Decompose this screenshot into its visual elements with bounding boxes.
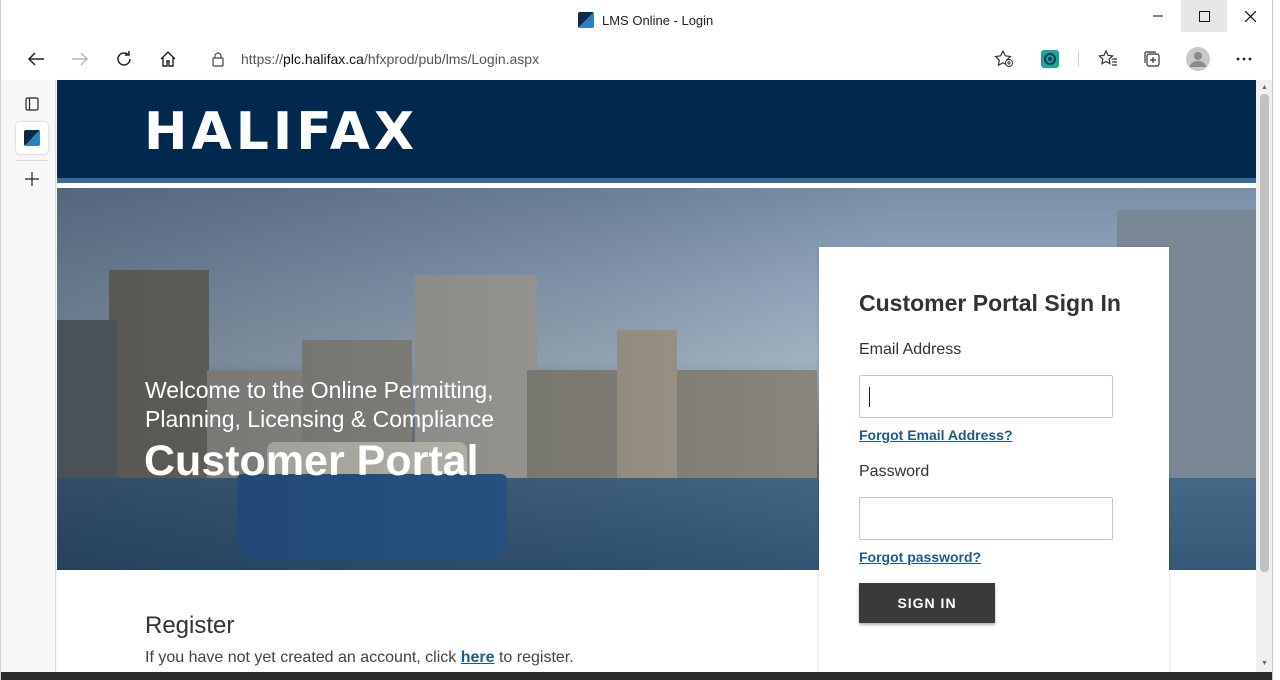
more-menu-button[interactable] xyxy=(1228,44,1260,74)
profile-button[interactable] xyxy=(1182,44,1214,74)
sign-in-heading: Customer Portal Sign In xyxy=(859,290,1121,316)
vertical-tabs-sidebar xyxy=(1,80,56,680)
forgot-password-link[interactable]: Forgot password? xyxy=(859,549,981,565)
scroll-down-icon[interactable]: ▼ xyxy=(1260,660,1269,668)
register-text: If you have not yet created an account, … xyxy=(145,649,574,667)
favorites-icon xyxy=(1098,50,1117,66)
title-bar: LMS Online - Login xyxy=(1,0,1272,38)
plus-icon xyxy=(25,172,39,186)
close-icon xyxy=(1244,10,1256,22)
maximize-icon xyxy=(1198,10,1210,22)
url-text: https://plc.halifax.ca/hfxprod/pub/lms/L… xyxy=(241,51,539,67)
site-favicon-icon xyxy=(578,12,594,28)
more-dots-icon xyxy=(1236,57,1252,61)
home-icon xyxy=(160,51,176,67)
tab-lms-login[interactable] xyxy=(16,122,48,154)
favorites-button[interactable] xyxy=(1092,44,1124,74)
register-here-link[interactable]: here xyxy=(461,649,495,666)
toolbar-divider xyxy=(1078,51,1079,67)
tab-favicon-icon xyxy=(24,130,40,146)
email-field[interactable] xyxy=(859,375,1113,418)
scroll-up-icon[interactable]: ▲ xyxy=(1260,84,1269,92)
forgot-email-link[interactable]: Forgot Email Address? xyxy=(859,427,1013,443)
sign-in-button[interactable]: SIGN IN xyxy=(859,583,995,623)
register-heading: Register xyxy=(145,612,235,639)
forward-button[interactable] xyxy=(64,44,96,74)
lock-icon xyxy=(212,52,224,67)
email-label: Email Address xyxy=(859,341,962,358)
portal-title: Customer Portal xyxy=(144,437,479,485)
site-header: HALIFAX xyxy=(57,80,1256,183)
text-caret xyxy=(869,387,870,407)
maximize-button[interactable] xyxy=(1181,0,1227,32)
refresh-icon xyxy=(117,51,131,66)
tab-actions-button[interactable] xyxy=(16,88,48,120)
extension-icon xyxy=(1041,50,1059,68)
minimize-icon xyxy=(1153,15,1163,17)
collections-icon xyxy=(1144,51,1160,67)
browser-window: LMS Online - Login https://plc.halifax.c… xyxy=(0,0,1273,680)
halifax-logo[interactable]: HALIFAX xyxy=(144,104,418,160)
url-host: plc.halifax.ca xyxy=(283,51,364,67)
back-arrow-icon xyxy=(27,52,44,66)
new-tab-button[interactable] xyxy=(16,163,48,195)
register-text-before: If you have not yet created an account, … xyxy=(145,649,461,666)
register-text-after: to register. xyxy=(494,649,574,666)
collections-button[interactable] xyxy=(1136,44,1168,74)
add-favorite-icon[interactable] xyxy=(994,50,1014,68)
window-bottom-edge xyxy=(1,672,1272,680)
sidebar-divider xyxy=(16,160,48,161)
browser-toolbar: https://plc.halifax.ca/hfxprod/pub/lms/L… xyxy=(1,38,1272,80)
welcome-text: Welcome to the Online Permitting, Planni… xyxy=(145,376,494,434)
window-title-text: LMS Online - Login xyxy=(602,12,714,28)
welcome-line-2: Planning, Licensing & Compliance xyxy=(145,406,495,432)
extension-button[interactable] xyxy=(1034,44,1066,74)
window-title: LMS Online - Login xyxy=(578,12,713,28)
address-bar[interactable]: https://plc.halifax.ca/hfxprod/pub/lms/L… xyxy=(198,43,1024,75)
password-label: Password xyxy=(859,463,930,480)
sign-in-card: Customer Portal Sign In Email Address Fo… xyxy=(819,247,1169,672)
close-button[interactable] xyxy=(1227,0,1272,32)
home-button[interactable] xyxy=(152,44,184,74)
password-field[interactable] xyxy=(859,497,1113,540)
avatar-icon xyxy=(1186,47,1210,71)
minimize-button[interactable] xyxy=(1135,0,1181,32)
forward-arrow-icon xyxy=(72,52,89,66)
url-path: /hfxprod/pub/lms/Login.aspx xyxy=(363,51,540,67)
url-prefix: https:// xyxy=(241,51,284,67)
header-stripe xyxy=(57,178,1256,183)
back-button[interactable] xyxy=(20,44,52,74)
tab-actions-icon xyxy=(25,97,39,111)
welcome-line-1: Welcome to the Online Permitting, xyxy=(145,377,494,403)
scroll-thumb[interactable] xyxy=(1260,94,1269,572)
page-viewport: HALIFAX Welcome to the Online Permitting… xyxy=(57,80,1256,672)
refresh-button[interactable] xyxy=(108,44,140,74)
page-scrollbar[interactable]: ▲ ▼ xyxy=(1256,80,1272,672)
